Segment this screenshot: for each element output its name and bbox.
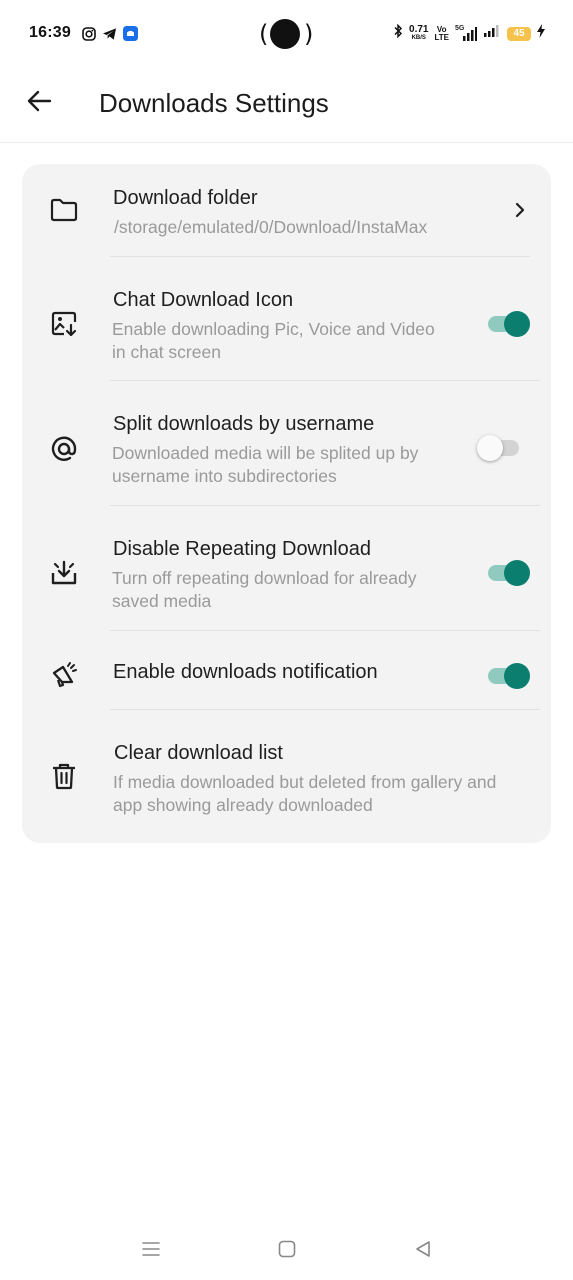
setting-title: Disable Repeating Download: [113, 538, 371, 560]
chat-download-icon-toggle[interactable]: [486, 307, 532, 339]
status-indicators: 0.71 KB/S Vo LTE 5G 45: [393, 23, 545, 43]
instagram-icon: [81, 26, 96, 41]
volte-indicator: Vo LTE: [434, 24, 449, 42]
setting-disable-repeating-download[interactable]: Disable Repeating Download Turn off repe…: [22, 506, 551, 630]
setting-subtitle: If media downloaded but deleted from gal…: [113, 772, 497, 815]
camera-cutout: ( ): [259, 19, 314, 49]
setting-subtitle: Downloaded media will be splited up by u…: [112, 443, 419, 486]
signal-icon: [483, 24, 501, 43]
setting-download-folder[interactable]: Download folder /storage/emulated/0/Down…: [22, 164, 551, 256]
setting-subtitle: /storage/emulated/0/Download/InstaMax: [114, 217, 428, 237]
battery-indicator: 45: [507, 26, 531, 41]
trash-icon: [46, 758, 82, 794]
at-sign-icon: [46, 431, 82, 467]
split-by-username-toggle[interactable]: [477, 431, 523, 463]
telegram-icon: [102, 26, 117, 41]
menu-icon: [141, 1240, 161, 1263]
recents-button[interactable]: [136, 1236, 166, 1266]
setting-title: Split downloads by username: [113, 413, 375, 435]
home-button[interactable]: [272, 1236, 302, 1266]
signal-5g-icon: 5G: [455, 25, 477, 42]
megaphone-icon: [46, 657, 82, 693]
setting-downloads-notification[interactable]: Enable downloads notification: [22, 631, 551, 709]
status-bar: 16:39 ( ) 0.71 KB/S Vo LTE 5G 45: [0, 0, 573, 68]
bluetooth-icon: [393, 23, 403, 43]
setting-clear-download-list[interactable]: Clear download list If media downloaded …: [22, 710, 551, 838]
setting-title: Chat Download Icon: [113, 289, 294, 311]
back-triangle-icon: [413, 1239, 433, 1264]
back-nav-button[interactable]: [408, 1236, 438, 1266]
setting-chat-download-icon[interactable]: Chat Download Icon Enable downloading Pi…: [22, 257, 551, 380]
downloads-notification-toggle[interactable]: [486, 659, 532, 691]
arrow-left-icon: [26, 89, 52, 118]
system-nav-bar: [0, 1222, 573, 1280]
back-button[interactable]: [24, 88, 54, 118]
download-tray-icon: [46, 556, 82, 592]
status-time: 16:39: [29, 24, 71, 41]
app-icon: [123, 26, 138, 41]
setting-subtitle: Enable downloading Pic, Voice and Video …: [112, 319, 435, 362]
chevron-right-icon: [510, 198, 530, 222]
setting-title: Download folder: [113, 187, 258, 209]
folder-icon: [46, 192, 82, 228]
setting-split-by-username[interactable]: Split downloads by username Downloaded m…: [22, 381, 551, 505]
settings-card: Download folder /storage/emulated/0/Down…: [22, 164, 551, 843]
image-download-icon: [46, 306, 82, 342]
setting-title: Clear download list: [114, 742, 283, 764]
app-bar: Downloads Settings: [0, 68, 573, 143]
charging-icon: [537, 24, 545, 43]
page-title: Downloads Settings: [99, 88, 329, 118]
disable-repeating-download-toggle[interactable]: [486, 556, 532, 588]
network-speed: 0.71 KB/S: [409, 24, 429, 42]
setting-title: Enable downloads notification: [113, 661, 378, 683]
home-square-icon: [277, 1239, 297, 1264]
status-app-icons: [81, 26, 138, 41]
setting-subtitle: Turn off repeating download for already …: [112, 568, 417, 611]
